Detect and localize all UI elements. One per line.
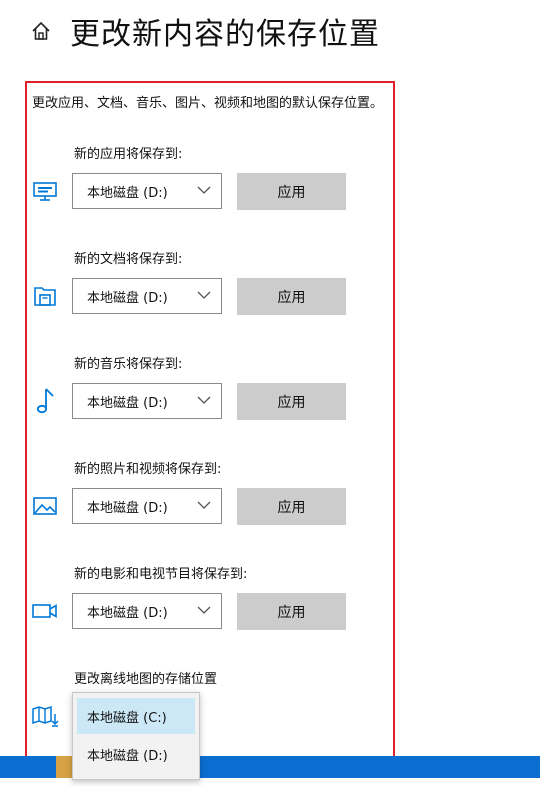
page-description: 更改应用、文档、音乐、图片、视频和地图的默认保存位置。 — [32, 96, 384, 111]
documents-apply-button[interactable]: 应用 — [237, 278, 346, 315]
apps-location-dropdown[interactable]: 本地磁盘 (D:) — [72, 173, 222, 209]
page-header: 更改新内容的保存位置 — [30, 6, 380, 56]
section-music-label: 新的音乐将保存到: — [74, 357, 183, 372]
movies-apply-button[interactable]: 应用 — [237, 593, 346, 630]
movies-dropdown-value: 本地磁盘 (D:) — [87, 605, 168, 621]
documents-location-dropdown[interactable]: 本地磁盘 (D:) — [72, 278, 222, 314]
map-download-icon — [30, 703, 60, 729]
chevron-down-icon — [197, 291, 211, 299]
documents-dropdown-value: 本地磁盘 (D:) — [87, 290, 168, 306]
folder-icon — [30, 283, 60, 309]
apps-dropdown-value: 本地磁盘 (D:) — [87, 185, 168, 201]
dropdown-option-c[interactable]: 本地磁盘 (C:) — [77, 698, 195, 734]
section-movies-label: 新的电影和电视节目将保存到: — [74, 567, 248, 582]
music-dropdown-value: 本地磁盘 (D:) — [87, 395, 168, 411]
dropdown-option-d[interactable]: 本地磁盘 (D:) — [77, 736, 195, 772]
chevron-down-icon — [197, 186, 211, 194]
chevron-down-icon — [197, 501, 211, 509]
page-title: 更改新内容的保存位置 — [70, 17, 380, 52]
pictures-location-dropdown[interactable]: 本地磁盘 (D:) — [72, 488, 222, 524]
chevron-down-icon — [197, 606, 211, 614]
section-offline-maps-label: 更改离线地图的存储位置 — [74, 672, 218, 687]
music-location-dropdown[interactable]: 本地磁盘 (D:) — [72, 383, 222, 419]
music-note-icon — [30, 388, 60, 414]
section-documents-label: 新的文档将保存到: — [74, 252, 183, 267]
section-pictures-label: 新的照片和视频将保存到: — [74, 462, 222, 477]
section-apps-label: 新的应用将保存到: — [74, 147, 183, 162]
home-icon[interactable] — [30, 20, 52, 42]
picture-icon — [30, 493, 60, 519]
apps-apply-button[interactable]: 应用 — [237, 173, 346, 210]
taskbar-app-slot[interactable] — [56, 756, 72, 778]
offline-maps-dropdown-popup[interactable]: 本地磁盘 (C:) 本地磁盘 (D:) — [72, 692, 200, 780]
video-camera-icon — [30, 598, 60, 624]
music-apply-button[interactable]: 应用 — [237, 383, 346, 420]
monitor-icon — [30, 178, 60, 204]
movies-location-dropdown[interactable]: 本地磁盘 (D:) — [72, 593, 222, 629]
pictures-apply-button[interactable]: 应用 — [237, 488, 346, 525]
pictures-dropdown-value: 本地磁盘 (D:) — [87, 500, 168, 516]
chevron-down-icon — [197, 396, 211, 404]
